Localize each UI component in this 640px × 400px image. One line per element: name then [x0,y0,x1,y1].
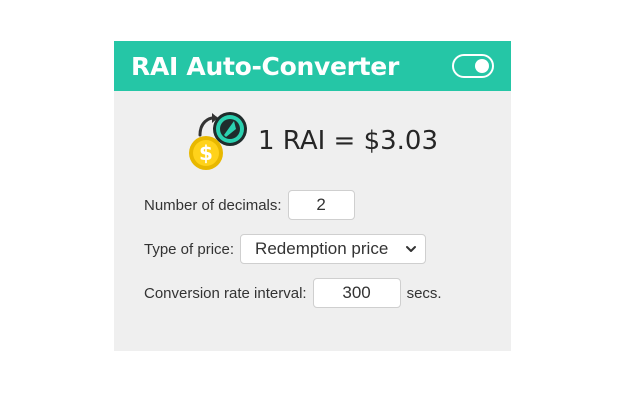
interval-input[interactable]: 300 [312,278,401,308]
interval-label: Conversion rate interval: [144,284,307,302]
enable-toggle[interactable] [452,54,494,78]
app-title: RAI Auto-Converter [131,51,399,81]
price-type-setting: Type of price: Redemption price [144,234,427,264]
interval-setting: Conversion rate interval: 300 secs. [144,278,442,308]
interval-unit: secs. [406,284,442,302]
conversion-rate: $ 1 RAI = $3.03 [188,109,438,173]
converter-popup: RAI Auto-Converter $ 1 RAI = $3.03 Numbe… [114,41,511,351]
header: RAI Auto-Converter [114,41,511,91]
decimals-input[interactable]: 2 [287,190,355,220]
rai-dollar-coins-icon: $ [189,112,247,170]
price-type-label: Type of price: [144,240,235,258]
svg-text:$: $ [199,141,213,165]
toggle-knob [475,59,489,73]
decimals-label: Number of decimals: [144,196,282,214]
chevron-down-icon [406,246,417,252]
rate-text: 1 RAI = $3.03 [258,126,439,156]
decimals-setting: Number of decimals: 2 [144,190,355,220]
price-type-select[interactable]: Redemption price [240,234,427,264]
price-type-value: Redemption price [255,239,389,258]
